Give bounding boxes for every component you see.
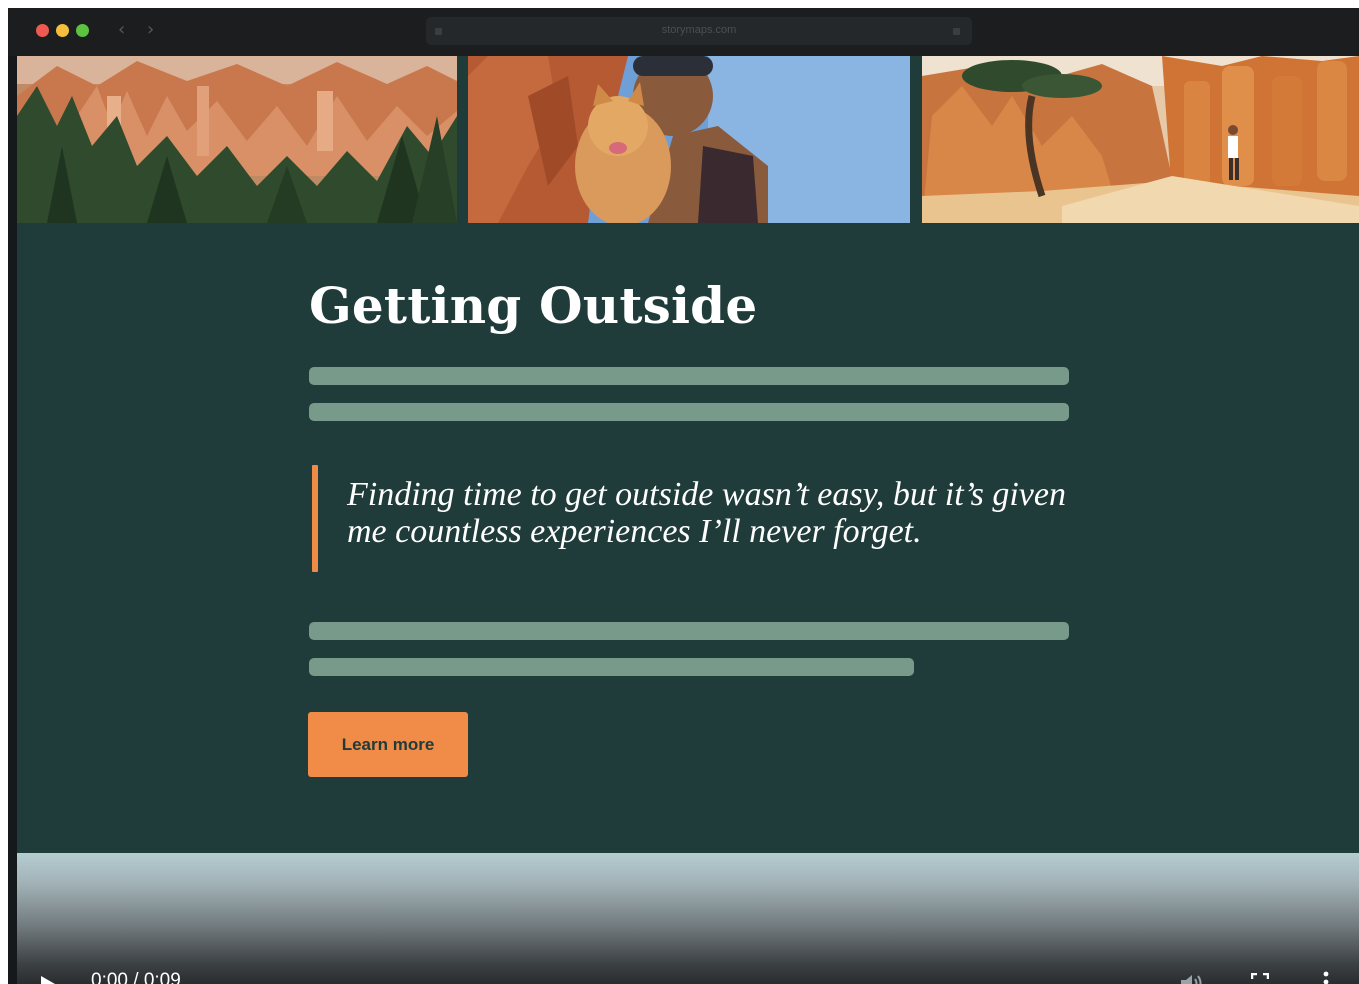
- video-time: 0:00 / 0:09: [91, 970, 181, 984]
- browser-toolbar: ‹ › storymaps.com: [8, 8, 1359, 56]
- more-options-icon[interactable]: [1323, 971, 1329, 984]
- back-arrow-icon[interactable]: ‹: [118, 20, 125, 40]
- reload-icon[interactable]: [953, 28, 960, 35]
- forward-arrow-icon[interactable]: ›: [147, 20, 154, 40]
- canyon-hoodoos-forest-photo: [17, 56, 457, 223]
- person-with-dog-photo: [468, 56, 910, 223]
- play-icon[interactable]: [41, 976, 55, 984]
- volume-icon[interactable]: [1180, 973, 1204, 984]
- close-window-button[interactable]: [36, 24, 49, 37]
- fullscreen-icon[interactable]: [1250, 972, 1270, 984]
- photo-strip: [17, 56, 1359, 223]
- learn-more-button[interactable]: Learn more: [308, 712, 468, 777]
- text-placeholder-line: [309, 403, 1069, 421]
- text-placeholder-line: [309, 622, 1069, 640]
- video-controls: 0:00 / 0:09: [17, 853, 1359, 984]
- maximize-window-button[interactable]: [76, 24, 89, 37]
- pull-quote: Finding time to get outside wasn’t easy,…: [347, 476, 1066, 550]
- quote-accent-bar: [312, 465, 318, 572]
- address-bar[interactable]: storymaps.com: [426, 17, 972, 45]
- minimize-window-button[interactable]: [56, 24, 69, 37]
- hiker-on-trail-photo: [922, 56, 1359, 223]
- browser-window: ‹ › storymaps.com Getting Outside Findin…: [8, 8, 1359, 984]
- text-placeholder-line: [309, 367, 1069, 385]
- text-placeholder-line: [309, 658, 914, 676]
- story-title: Getting Outside: [309, 276, 758, 335]
- address-bar-url: storymaps.com: [661, 24, 737, 36]
- story-page: Getting Outside Finding time to get outs…: [17, 56, 1359, 984]
